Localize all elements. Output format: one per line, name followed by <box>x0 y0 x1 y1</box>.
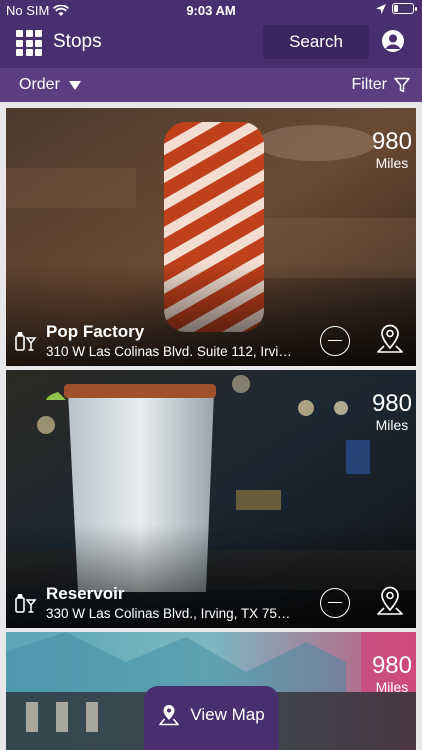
distance-unit: Miles <box>375 417 409 433</box>
apps-grid-icon[interactable] <box>16 30 42 56</box>
clock: 9:03 AM <box>186 3 236 18</box>
nav-bar: Stops Search <box>0 22 422 68</box>
stop-address: 330 W Las Colinas Blvd., Irving, TX 7503… <box>46 606 296 621</box>
location-arrow-icon <box>376 3 386 14</box>
caret-down-icon <box>68 80 81 90</box>
distance-badge: 980 Miles <box>371 128 412 171</box>
funnel-icon <box>394 77 410 93</box>
status-bar: No SIM 9:03 AM <box>0 0 422 22</box>
distance-badge: 980 Miles <box>371 390 412 433</box>
map-pin-icon <box>159 705 180 726</box>
stop-card[interactable]: 980 Miles Reservoir 330 W Las Colinas Bl… <box>6 370 416 628</box>
order-label: Order <box>19 76 60 93</box>
stop-card[interactable]: 980 Miles Pop Factory 310 W Las Colinas … <box>6 108 416 366</box>
sort-filter-bar: Order Filter <box>0 68 422 102</box>
distance-value: 980 <box>371 128 412 155</box>
battery-icon <box>392 3 417 14</box>
stop-address: 310 W Las Colinas Blvd. Suite 112, Irvin… <box>46 344 296 359</box>
stop-name: Reservoir <box>46 584 125 603</box>
order-dropdown[interactable]: Order <box>19 76 81 94</box>
view-map-button[interactable]: View Map <box>144 686 279 750</box>
map-pin-icon[interactable] <box>375 584 405 618</box>
cocktail-icon <box>15 332 37 351</box>
distance-value: 980 <box>371 652 412 679</box>
view-map-label: View Map <box>190 705 265 724</box>
remove-stop-button[interactable] <box>320 588 350 618</box>
remove-stop-button[interactable] <box>320 326 350 356</box>
cocktail-icon <box>15 594 37 613</box>
search-button[interactable]: Search <box>263 25 369 59</box>
distance-value: 980 <box>371 390 412 417</box>
page-title: Stops <box>53 31 102 52</box>
distance-unit: Miles <box>375 155 409 171</box>
distance-unit: Miles <box>375 679 409 695</box>
stop-name: Pop Factory <box>46 322 145 341</box>
filter-label: Filter <box>351 76 387 93</box>
distance-badge: 980 Miles <box>371 652 412 695</box>
profile-avatar-icon[interactable] <box>382 30 404 52</box>
map-pin-icon[interactable] <box>375 322 405 356</box>
filter-button[interactable]: Filter <box>351 76 410 94</box>
